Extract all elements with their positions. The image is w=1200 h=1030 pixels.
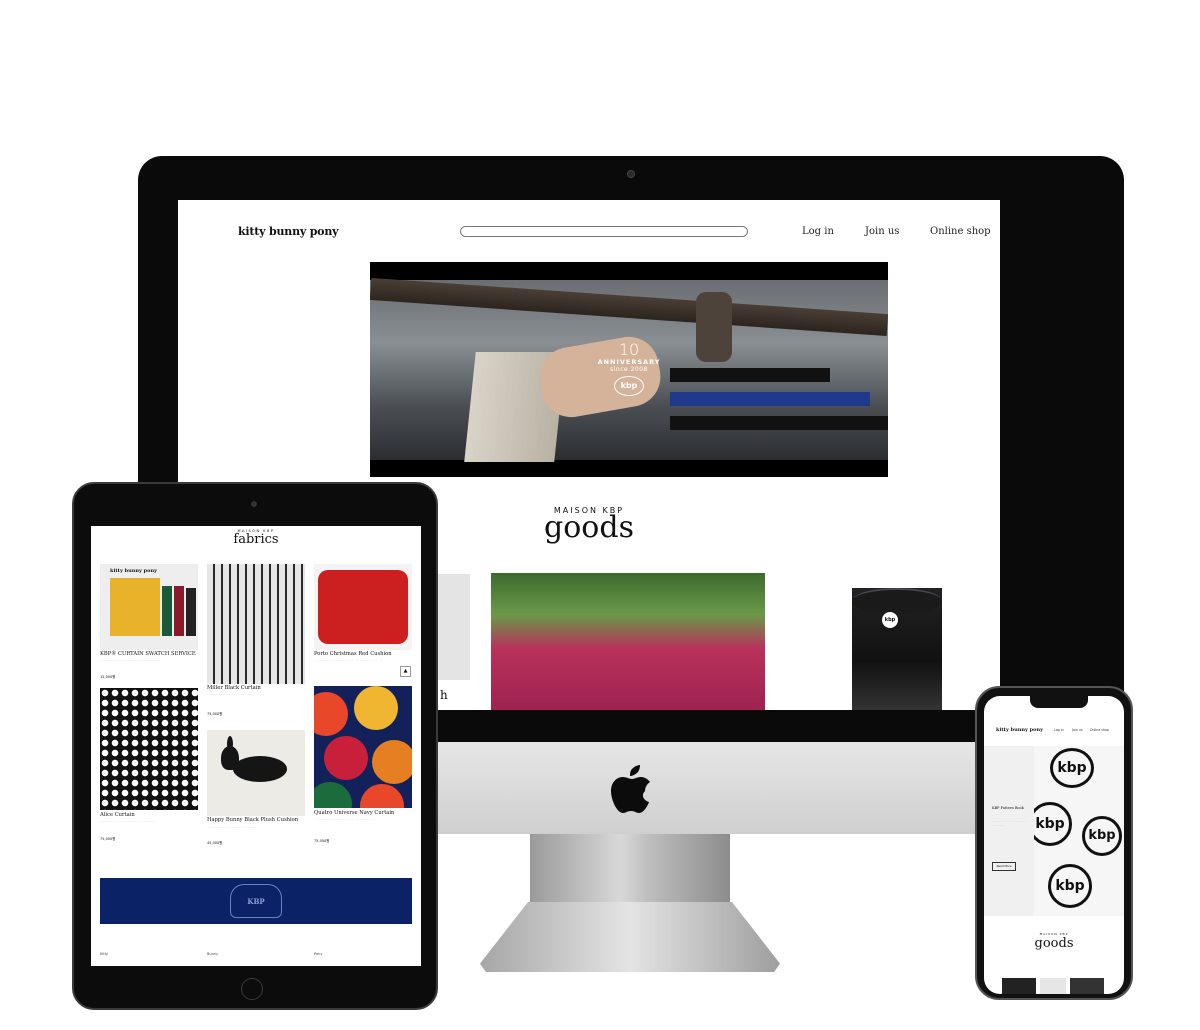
product-description: ·· ··· ····· ··· ·· ···· ·· ···· ··· ·· … [207, 825, 256, 829]
product-price: 75,000원 [207, 712, 223, 716]
bunny-ear [227, 736, 233, 752]
product-price: 45,000원 [207, 841, 223, 845]
product-name[interactable]: Porto Christmas Red Cushion [314, 651, 392, 657]
pattern-circle [314, 782, 352, 808]
product-name[interactable]: Happy Bunny Black Plush Cushion [207, 817, 298, 823]
desktop-product-name: h [440, 688, 448, 702]
bucket-rim [852, 588, 942, 614]
pattern-circle [372, 740, 412, 784]
anniversary-label: ANNIVERSARY [597, 358, 661, 366]
phone-promo-button[interactable]: Read More [992, 862, 1016, 871]
product-description: ·· ··· ····· ··· ·· ···· ·· ···· ··· ·· … [314, 658, 382, 662]
phone-promo-panel [984, 746, 1034, 916]
product-price: 75,000원 [314, 839, 330, 843]
swatch-green [162, 586, 172, 636]
desktop-nav-join[interactable]: Join us [865, 226, 899, 237]
phone-section-title: goods [1034, 936, 1074, 951]
bunny-body [233, 756, 287, 782]
scroll-top-button[interactable]: ▲ [400, 666, 411, 677]
tablet-section-title: fabrics [233, 532, 279, 547]
phone-nav-online-shop[interactable]: Online shop [1090, 728, 1109, 732]
iphone-notch [1030, 696, 1088, 708]
footer-link-kitty[interactable]: Kitty [100, 952, 108, 956]
desktop-search-input[interactable] [460, 226, 748, 237]
phone-site-logo[interactable]: kitty bunny pony [996, 727, 1043, 733]
kbp-badge-icon: kbp [614, 376, 644, 396]
phone-nav-login[interactable]: Log in [1054, 728, 1064, 732]
product-description: ·· ··· ····· ··· ·· ···· ·· ···· ··· ·· … [314, 817, 376, 821]
swatch-logo: kitty bunny pony [110, 568, 158, 574]
phone-nav-join[interactable]: Join us [1072, 728, 1083, 732]
desktop-nav-online-shop[interactable]: Online shop [930, 226, 991, 237]
product-image-alice-curtain[interactable] [100, 688, 198, 810]
product-description: ·· ··· ····· ··· ·· ···· ·· ···· ··· ·· … [207, 692, 252, 696]
tablet-screen: MAISON KBP fabrics kitty bunny pony KBP®… [91, 526, 421, 966]
phone-promo-title: KBP Pattern Book [992, 806, 1024, 810]
swatch-red [174, 586, 184, 636]
desktop-hero-video[interactable]: 10 ANNIVERSARY since 2008 kbp [370, 262, 888, 477]
product-image-quatro-curtain[interactable] [314, 686, 412, 808]
product-description: ·· ··· ····· ··· ·· ···· ·· ···· ··· ·· … [100, 819, 158, 823]
kbp-badge-icon: kbp [882, 612, 898, 628]
product-name[interactable]: Alice Curtain [100, 812, 135, 818]
product-description: ·· ··· ····· ··· ·· ···· ·· ···· ··· ·· … [100, 658, 162, 662]
footer-link-pony[interactable]: Pony [314, 952, 322, 956]
hero-stripe [670, 392, 870, 406]
phone-screen: kitty bunny pony Log in Join us Online s… [984, 696, 1124, 994]
swatch-black [186, 588, 196, 636]
product-image-miller-curtain[interactable] [207, 564, 305, 684]
imac-stand-neck [530, 834, 730, 904]
phone-promo-description: ·· ··· ····· ··· ·· ···· ·· ···· ··· ·· … [992, 820, 1027, 827]
desktop-nav-login[interactable]: Log in [802, 226, 834, 237]
phone-pattern-image[interactable]: kbp kbp kbp kbp [1034, 746, 1124, 916]
pattern-circle [324, 736, 368, 780]
product-image-bunny-cushion[interactable] [207, 730, 305, 816]
imac-camera [627, 170, 635, 178]
ipad-camera [251, 501, 257, 507]
footer-link-bunny[interactable]: Bunny [207, 952, 218, 956]
pattern-logo-circle: kbp [1082, 816, 1122, 856]
desktop-site-logo[interactable]: kitty bunny pony [238, 225, 339, 238]
phone-product-thumb[interactable] [1040, 978, 1066, 994]
ipad-home-button [241, 978, 263, 1000]
pattern-circle [360, 784, 404, 808]
product-price: 75,000원 [100, 837, 116, 841]
pattern-logo-circle: kbp [1048, 864, 1092, 908]
hero-stripe [670, 416, 888, 430]
product-name[interactable]: Quatro Universe Navy Curtain [314, 810, 394, 816]
anniversary-since: since 2008 [610, 366, 648, 373]
phone-product-thumb[interactable] [1002, 978, 1036, 994]
red-cushion [318, 570, 408, 644]
pattern-circle [314, 692, 348, 736]
imac-stand-foot [480, 902, 780, 972]
apple-logo-icon [611, 765, 650, 813]
product-name[interactable]: KBP® CURTAIN SWATCH SERVICE [100, 651, 196, 657]
product-image-red-cushion[interactable] [314, 564, 412, 650]
banner-logo: KBP [230, 884, 282, 918]
swatch-mustard [110, 578, 160, 636]
pattern-circle [354, 686, 398, 730]
pattern-logo-circle: kbp [1034, 802, 1072, 846]
anniversary-number: 10 [618, 340, 640, 359]
desktop-product-card-picnic-mat[interactable] [491, 573, 765, 710]
tablet-brand-banner[interactable]: KBP [100, 878, 412, 924]
product-image-swatch[interactable]: kitty bunny pony [100, 564, 198, 650]
product-name[interactable]: Miller Black Curtain [207, 685, 261, 691]
pattern-logo-circle: kbp [1050, 748, 1094, 788]
phone-product-thumb[interactable] [1070, 978, 1104, 994]
product-price: 15,000원 [100, 675, 116, 679]
